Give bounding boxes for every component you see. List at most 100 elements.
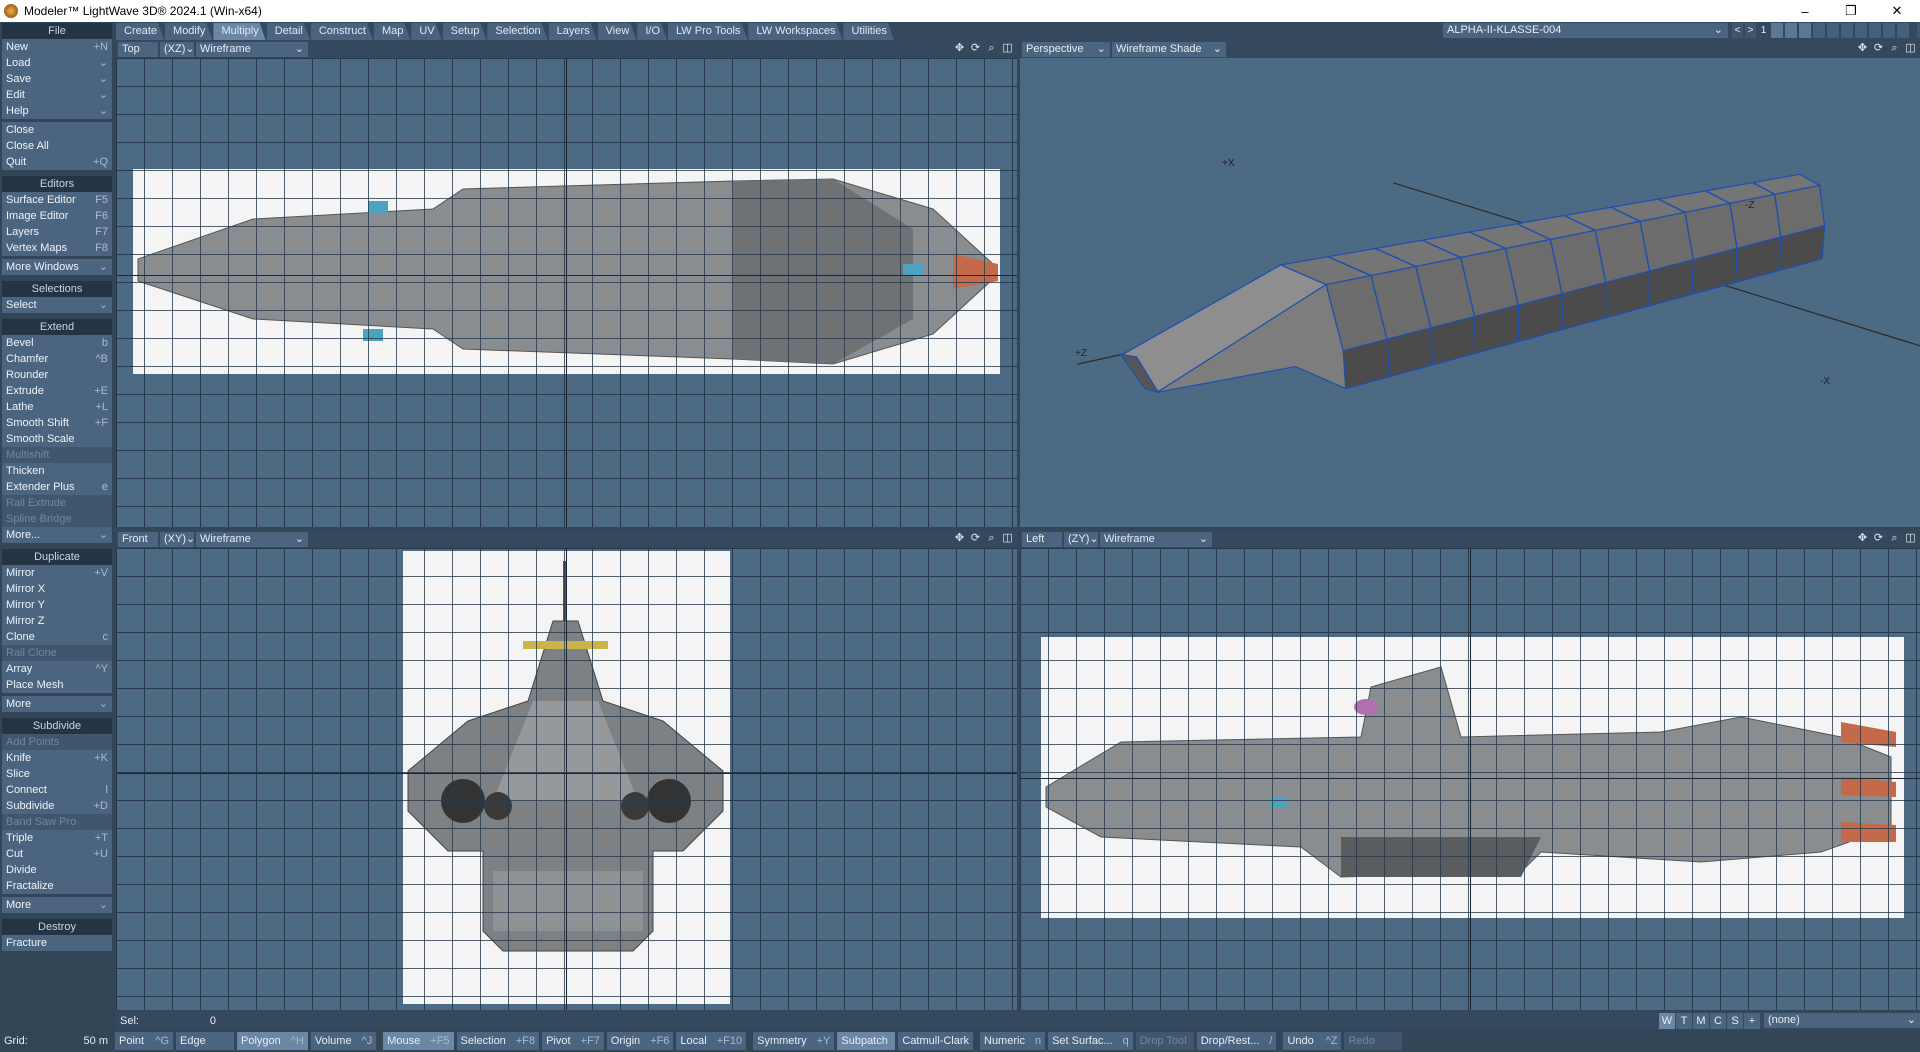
layer-slot[interactable] [1771,23,1783,38]
view-type-select[interactable]: Front [118,531,158,547]
view-type-select[interactable]: Left [1022,531,1062,547]
sidebar-item-array[interactable]: Array ^Y [2,661,112,677]
pivot-button[interactable]: Pivot +F7 [542,1032,604,1050]
tab-modify[interactable]: Modify [165,23,212,40]
sidebar-item-slice[interactable]: Slice [2,766,112,782]
rotate-view-icon[interactable]: ⟳ [969,532,982,545]
sidebar-item-help[interactable]: Help ⌄ [2,103,112,119]
sidebar-item-mirror-x[interactable]: Mirror X [2,581,112,597]
view-toggle-w[interactable]: W [1659,1012,1675,1029]
sidebar-item-select[interactable]: Select ⌄ [2,297,112,313]
layer-slot[interactable] [1827,23,1839,38]
tab-setup[interactable]: Setup [443,23,487,40]
axes-select[interactable]: (ZY) ⌄ [1064,531,1099,547]
sidebar-item-vertex-maps[interactable]: Vertex Maps F8 [2,240,112,256]
maximize-view-icon[interactable]: ◫ [1001,532,1014,545]
maximize-view-icon[interactable]: ◫ [1904,532,1917,545]
drop-rest-button[interactable]: Drop/Rest... / [1196,1032,1277,1050]
sidebar-item-quit[interactable]: Quit +Q [2,154,112,170]
sidebar-item-mirror-z[interactable]: Mirror Z [2,613,112,629]
sidebar-item-edit[interactable]: Edit ⌄ [2,87,112,103]
undo-button[interactable]: Undo ^Z [1283,1032,1342,1050]
sidebar-item-surface-editor[interactable]: Surface Editor F5 [2,192,112,208]
tab-lw-pro-tools[interactable]: LW Pro Tools [668,23,747,40]
sidebar-item-image-editor[interactable]: Image Editor F6 [2,208,112,224]
layer-slot[interactable] [1785,23,1797,38]
edge-button[interactable]: Edge [176,1032,234,1050]
rotate-view-icon[interactable]: ⟳ [1872,532,1885,545]
sidebar-item-more-windows[interactable]: More Windows ⌄ [2,259,112,275]
sidebar-item-divide[interactable]: Divide [2,862,112,878]
viewport-top[interactable]: Top (XZ) ⌄ Wireframe ⌄ ✥ ⟳ ⌕ ◫ [116,40,1017,527]
layer-slot[interactable] [1883,23,1895,38]
layer-slot[interactable] [1813,23,1825,38]
sidebar-item-rounder[interactable]: Rounder [2,367,112,383]
tab-create[interactable]: Create [116,23,164,40]
sidebar-item-knife[interactable]: Knife +K [2,750,112,766]
point-button[interactable]: Point ^G [115,1032,173,1050]
sidebar-item-triple[interactable]: Triple +T [2,830,112,846]
viewport-left[interactable]: Left (ZY) ⌄ Wireframe ⌄ ✥ ⟳ ⌕ ◫ [1020,530,1920,1010]
view-type-select[interactable]: Perspective ⌄ [1022,41,1110,57]
layer-slot[interactable] [1841,23,1853,38]
sidebar-item-thicken[interactable]: Thicken [2,463,112,479]
sidebar-item-mirror-y[interactable]: Mirror Y [2,597,112,613]
view-toggle-s[interactable]: S [1727,1012,1743,1029]
sidebar-item-smooth-shift[interactable]: Smooth Shift +F [2,415,112,431]
move-view-icon[interactable]: ✥ [953,532,966,545]
symmetry-button[interactable]: Symmetry +Y [753,1032,835,1050]
volume-button[interactable]: Volume ^J [310,1032,377,1050]
sidebar-item-subdivide[interactable]: Subdivide +D [2,798,112,814]
render-mode-select[interactable]: Wireframe Shade ⌄ [1112,41,1226,57]
axes-select[interactable]: (XY) ⌄ [160,531,195,547]
sidebar-item-lathe[interactable]: Lathe +L [2,399,112,415]
catmull-clark-button[interactable]: Catmull-Clark [898,1032,973,1050]
numeric-button[interactable]: Numeric n [980,1032,1046,1050]
layer-slot[interactable] [1855,23,1867,38]
move-view-icon[interactable]: ✥ [1856,532,1869,545]
tab-layers[interactable]: Layers [549,23,597,40]
tab-detail[interactable]: Detail [267,23,310,40]
close-button[interactable]: ✕ [1874,0,1920,22]
render-mode-select[interactable]: Wireframe ⌄ [1100,531,1212,547]
move-view-icon[interactable]: ✥ [1856,42,1869,55]
tab-utilities[interactable]: Utilities [843,23,893,40]
view-toggle-m[interactable]: M [1693,1012,1709,1029]
tab-map[interactable]: Map [374,23,410,40]
tab-uv[interactable]: UV [411,23,441,40]
viewport-canvas[interactable] [116,548,1017,1010]
view-toggle-plus[interactable]: + [1744,1012,1760,1029]
layer-slot[interactable] [1869,23,1881,38]
sidebar-item-cut[interactable]: Cut +U [2,846,112,862]
viewport-canvas[interactable] [116,58,1017,527]
sidebar-item-load[interactable]: Load ⌄ [2,55,112,71]
tab-i-o[interactable]: I/O [637,23,667,40]
sidebar-item-extrude[interactable]: Extrude +E [2,383,112,399]
view-type-select[interactable]: Top [118,41,158,57]
tab-view[interactable]: View [598,23,637,40]
view-toggle-c[interactable]: C [1710,1012,1726,1029]
maximize-button[interactable]: ❐ [1828,0,1874,22]
axes-select[interactable]: (XZ) ⌄ [160,41,195,57]
maximize-view-icon[interactable]: ◫ [1001,42,1014,55]
zoom-view-icon[interactable]: ⌕ [985,532,998,545]
subpatch-button[interactable]: Subpatch [837,1032,896,1050]
tab-lw-workspaces[interactable]: LW Workspaces [748,23,842,40]
selection-button[interactable]: Selection +F8 [456,1032,540,1050]
sidebar-item-more[interactable]: More... ⌄ [2,527,112,543]
sidebar-item-close-all[interactable]: Close All [2,138,112,154]
tab-selection[interactable]: Selection [487,23,547,40]
origin-button[interactable]: Origin +F6 [606,1032,674,1050]
viewport-perspective[interactable]: Perspective ⌄ Wireframe Shade ⌄ ✥ ⟳ ⌕ ◫ +X -Z… [1020,40,1920,527]
viewport-canvas[interactable]: +X -Z +Z -X [1020,58,1920,527]
sidebar-item-connect[interactable]: Connect l [2,782,112,798]
sidebar-item-close[interactable]: Close [2,122,112,138]
sidebar-item-new[interactable]: New +N [2,39,112,55]
sidebar-item-place-mesh[interactable]: Place Mesh [2,677,112,693]
polygon-button[interactable]: Polygon ^H [237,1032,308,1050]
sidebar-item-clone[interactable]: Clone c [2,629,112,645]
sidebar-item-bevel[interactable]: Bevel b [2,335,112,351]
sidebar-item-extender-plus[interactable]: Extender Plus e [2,479,112,495]
sidebar-item-layers[interactable]: Layers F7 [2,224,112,240]
prev-layer-button[interactable]: < [1732,23,1743,38]
